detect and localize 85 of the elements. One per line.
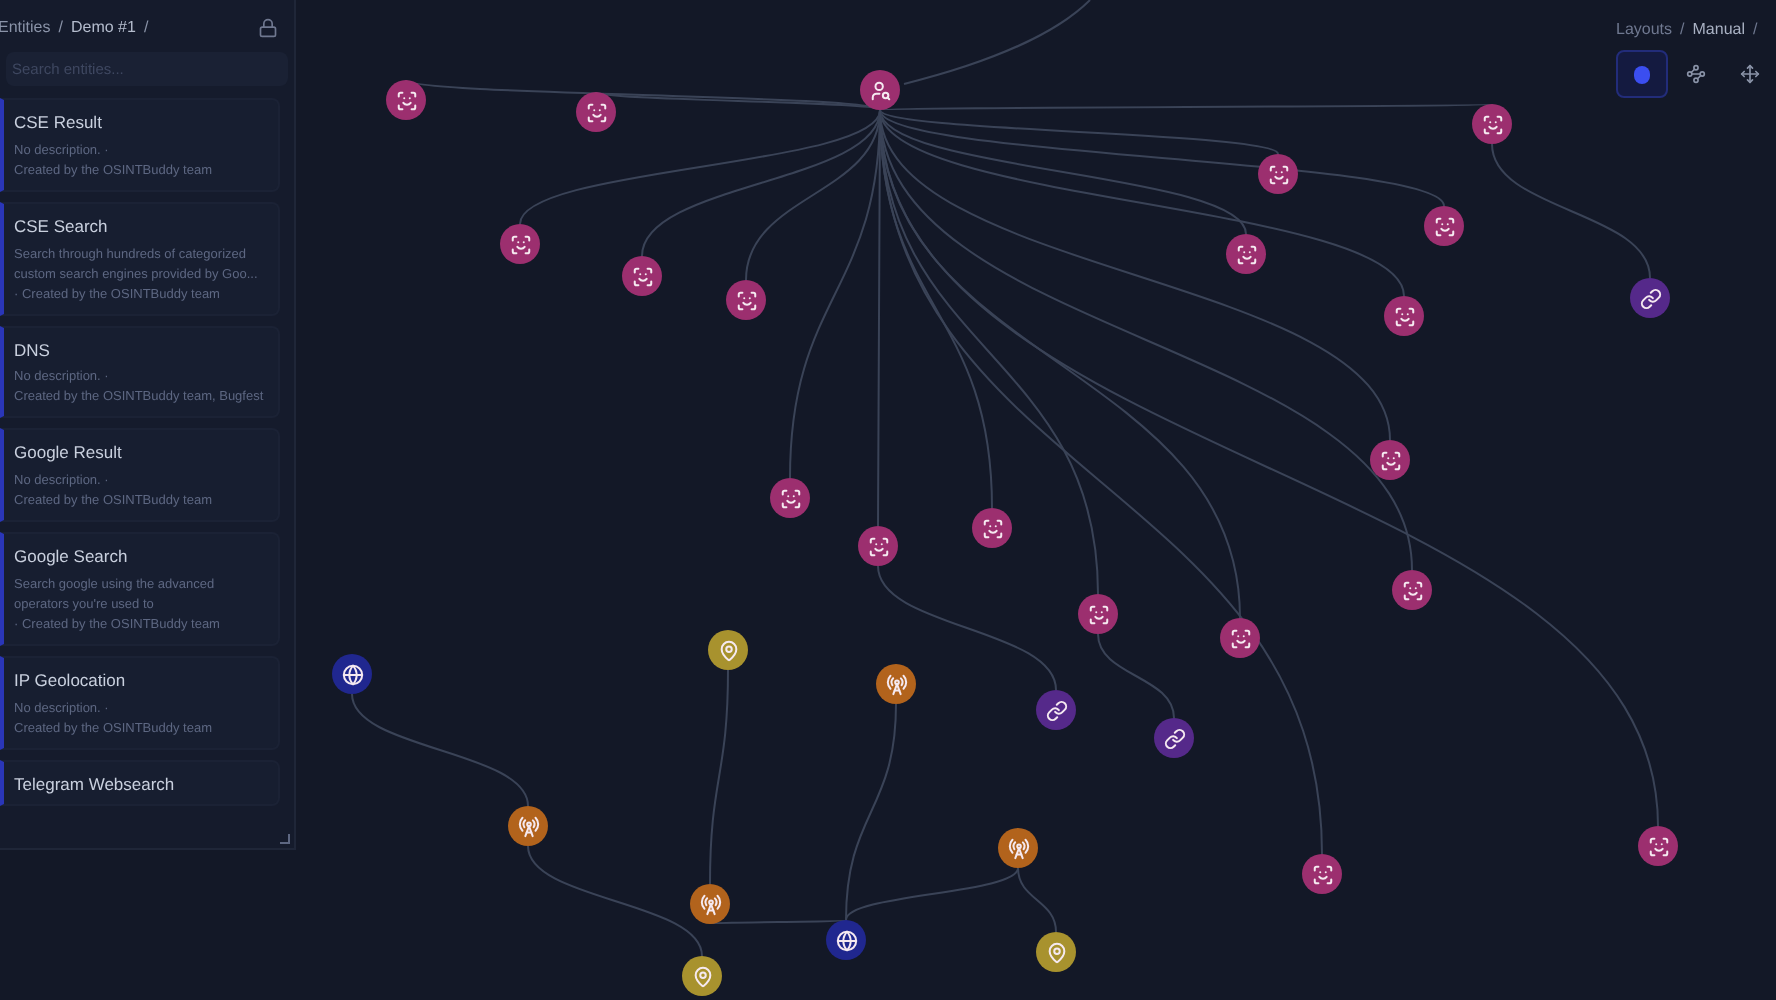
breadcrumb-separator: / (58, 16, 63, 40)
face-scan-node[interactable] (1226, 234, 1266, 274)
link-icon (1045, 699, 1067, 721)
breadcrumb-link[interactable]: Manual (1692, 18, 1746, 42)
face-icon (1379, 449, 1401, 471)
antenna-icon (699, 893, 721, 915)
face-scan-node[interactable] (386, 80, 426, 120)
entity-title: CSE Result (14, 110, 104, 136)
entity-title: IP Geolocation (14, 667, 128, 693)
link-icon (1163, 727, 1185, 749)
breadcrumb-link[interactable]: Layouts (1616, 18, 1673, 42)
antenna-node[interactable] (876, 664, 916, 704)
breadcrumb-separator: / (1680, 18, 1685, 42)
face-icon (1393, 305, 1415, 327)
globe-icon (341, 663, 363, 685)
map-pin-node[interactable] (1036, 932, 1076, 972)
face-icon (1229, 627, 1251, 649)
face-icon (1267, 163, 1289, 185)
breadcrumb-separator: / (143, 16, 149, 40)
face-scan-node[interactable] (1638, 826, 1678, 866)
breadcrumb-link[interactable]: Demo #1 (70, 16, 136, 40)
link-node[interactable] (1630, 278, 1670, 318)
pin-icon (691, 965, 713, 987)
link-node[interactable] (1036, 690, 1076, 730)
face-icon (1235, 243, 1257, 265)
face-scan-node[interactable] (1392, 570, 1432, 610)
face-scan-node[interactable] (770, 478, 810, 518)
link-icon (1639, 287, 1661, 309)
antenna-node[interactable] (998, 828, 1038, 868)
face-icon (395, 89, 417, 111)
layout-tool-button[interactable] (1616, 50, 1668, 98)
globe-icon (835, 929, 857, 951)
face-scan-node[interactable] (1078, 594, 1118, 634)
face-icon (1401, 579, 1423, 601)
antenna-node[interactable] (508, 806, 548, 846)
globe-node[interactable] (332, 654, 372, 694)
face-scan-node[interactable] (500, 224, 540, 264)
antenna-icon (885, 673, 907, 695)
lock-icon[interactable] (258, 18, 278, 38)
face-icon (1481, 113, 1503, 135)
entity-title: DNS (14, 337, 52, 363)
face-scan-node[interactable] (1258, 154, 1298, 194)
face-scan-node[interactable] (1370, 440, 1410, 480)
face-scan-node[interactable] (1220, 618, 1260, 658)
face-scan-node[interactable] (972, 508, 1012, 548)
globe-node[interactable] (826, 920, 866, 960)
pin-icon (717, 639, 739, 661)
face-scan-node[interactable] (622, 256, 662, 296)
face-icon (867, 535, 889, 557)
nodes-icon (1686, 64, 1706, 84)
entity-card[interactable]: Telegram Websearch (0, 759, 280, 807)
face-icon (509, 233, 531, 255)
entity-title: Telegram Websearch (14, 771, 177, 797)
breadcrumb-link[interactable]: Entities (0, 16, 51, 40)
face-scan-node[interactable] (1384, 296, 1424, 336)
breadcrumb-separator: / (1753, 18, 1758, 42)
antenna-icon (517, 815, 539, 837)
entity-title: Google Search (14, 544, 130, 570)
face-icon (981, 517, 1003, 539)
map-pin-node[interactable] (682, 956, 722, 996)
face-scan-node[interactable] (726, 280, 766, 320)
map-pin-node[interactable] (708, 630, 748, 670)
entity-title: Google Result (14, 440, 124, 466)
face-icon (1087, 603, 1109, 625)
face-icon (1433, 215, 1455, 237)
face-scan-node[interactable] (1302, 854, 1342, 894)
face-scan-node[interactable] (858, 526, 898, 566)
link-node[interactable] (1154, 718, 1194, 758)
antenna-icon (1007, 837, 1029, 859)
face-icon (1647, 835, 1669, 857)
user-search-node[interactable] (860, 70, 900, 110)
user-search-icon (869, 79, 891, 101)
face-scan-node[interactable] (1472, 104, 1512, 144)
face-icon (585, 101, 607, 123)
move-icon (1740, 64, 1760, 84)
resize-grip-icon[interactable] (280, 834, 290, 844)
face-icon (1311, 863, 1333, 885)
face-scan-node[interactable] (1424, 206, 1464, 246)
entity-title: CSE Search (14, 213, 110, 239)
face-icon (735, 289, 757, 311)
pin-icon (1045, 941, 1067, 963)
face-icon (779, 487, 801, 509)
face-icon (631, 265, 653, 287)
face-scan-node[interactable] (576, 92, 616, 132)
antenna-node[interactable] (690, 884, 730, 924)
